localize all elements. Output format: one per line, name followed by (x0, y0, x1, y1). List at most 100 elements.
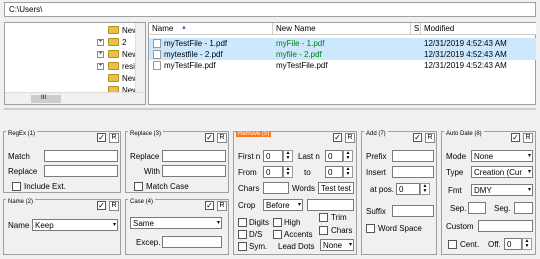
case-enable-checkbox[interactable]: ✓ (205, 201, 214, 210)
regex-reset-button[interactable]: R (109, 133, 119, 143)
chars-input[interactable] (263, 182, 289, 194)
to-input[interactable]: 0 (325, 166, 343, 178)
chevron-down-icon: ▾ (297, 202, 301, 208)
digits-checkbox[interactable] (238, 218, 247, 227)
replace-enable-checkbox[interactable]: ✓ (205, 133, 214, 142)
ds-checkbox[interactable] (238, 230, 247, 239)
expand-icon[interactable]: + (97, 63, 104, 70)
scroll-thumb[interactable]: III (31, 95, 61, 103)
add-enable-checkbox[interactable]: ✓ (413, 133, 422, 142)
pdf-file-icon (153, 61, 161, 70)
auto-date-panel: Auto Date (8) ✓ R Mode None ▾ Type Creati… (441, 131, 536, 255)
name-reset-button[interactable]: R (109, 201, 119, 211)
tree-item[interactable]: +2 (5, 37, 135, 49)
expand-icon[interactable]: + (97, 51, 104, 58)
first-n-spinner[interactable]: ▲ ▼ (283, 150, 293, 162)
folder-icon (108, 38, 119, 46)
pdf-file-icon (153, 50, 161, 59)
date-seg-input[interactable] (514, 202, 533, 214)
word-space-checkbox[interactable] (366, 224, 375, 233)
column-header-modified[interactable]: Modified (421, 23, 536, 35)
accents-checkbox[interactable] (273, 230, 282, 239)
prefix-input[interactable] (392, 150, 434, 162)
date-custom-input[interactable] (478, 220, 533, 232)
file-row[interactable]: myTestFile - 1.pdf myFile - 1.pdf 12/31/20… (149, 38, 536, 49)
name-enable-checkbox[interactable]: ✓ (97, 201, 106, 210)
tree-item[interactable]: New fol (5, 73, 145, 85)
path-input[interactable]: C:\Users\ (4, 2, 536, 17)
column-header-new-name[interactable]: New Name (273, 23, 411, 35)
sort-ascending-icon: ▲ (181, 25, 187, 31)
case-mode-dropdown[interactable]: Same ▾ (130, 217, 222, 229)
date-offset-input[interactable]: 0 (504, 238, 522, 250)
folder-icon (108, 50, 119, 58)
expand-icon[interactable]: + (97, 39, 104, 46)
replace-with-input[interactable] (162, 165, 226, 177)
date-format-dropdown[interactable]: DMY ▾ (471, 184, 533, 196)
remove-panel: Remove (5) ✓ R First n 0 ▲ ▼ Last n 0 ▲ ▼ … (233, 131, 357, 255)
century-checkbox[interactable] (448, 240, 457, 249)
trim-checkbox[interactable] (319, 213, 328, 222)
from-input[interactable]: 0 (263, 166, 283, 178)
regex-enable-checkbox[interactable]: ✓ (97, 133, 106, 142)
column-header-name[interactable]: Name ▲ (149, 23, 273, 35)
case-except-input[interactable] (162, 236, 222, 248)
tree-horizontal-scrollbar[interactable]: III (5, 92, 145, 104)
regex-panel-title: RegEx (1) (6, 131, 38, 137)
name-panel: Name (2) ✓ R Name Keep ▾ (3, 199, 121, 255)
date-offset-spinner[interactable]: ▲ ▼ (522, 238, 532, 250)
words-input[interactable]: Test test (318, 182, 354, 194)
lead-dots-dropdown[interactable]: None ▾ (320, 239, 354, 251)
at-pos-input[interactable]: 0 (396, 183, 420, 195)
folder-icon (108, 62, 119, 70)
remove-panel-title: Remove (5) (236, 131, 272, 137)
remove-reset-button[interactable]: R (345, 133, 355, 143)
auto-date-reset-button[interactable]: R (523, 133, 533, 143)
case-reset-button[interactable]: R (217, 201, 227, 211)
replace-text-input[interactable] (162, 150, 226, 162)
regex-replace-input[interactable] (44, 165, 118, 177)
remove-enable-checkbox[interactable]: ✓ (333, 133, 342, 142)
chars-checkbox[interactable] (319, 226, 328, 235)
chevron-down-icon: ▾ (527, 169, 531, 175)
tree-vertical-scrollbar[interactable] (135, 23, 145, 94)
first-n-input[interactable]: 0 (263, 150, 283, 162)
to-spinner[interactable]: ▲ ▼ (343, 166, 353, 178)
suffix-input[interactable] (392, 205, 434, 217)
at-pos-spinner[interactable]: ▲ ▼ (420, 183, 430, 195)
regex-panel: RegEx (1) ✓ R Match Replace Include Ext. (3, 131, 121, 193)
insert-input[interactable] (392, 166, 434, 178)
high-checkbox[interactable] (273, 218, 282, 227)
file-row[interactable]: myTestFile.pdf myTestFile.pdf 12/31/2019 4… (149, 60, 536, 71)
crop-text-input[interactable] (307, 199, 354, 211)
last-n-spinner[interactable]: ▲ ▼ (343, 150, 353, 162)
add-panel: Add (7) ✓ R Prefix Insert at pos. 0 ▲ ▼ S… (361, 131, 437, 255)
from-spinner[interactable]: ▲ ▼ (283, 166, 293, 178)
replace-panel: Replace (3) ✓ R Replace With Match Case (125, 131, 229, 193)
tree-item[interactable]: + resi (5, 61, 135, 73)
sym-checkbox[interactable] (238, 242, 247, 251)
file-row[interactable]: mytestfile - 2.pdf myfile - 2.pdf 12/31/20… (149, 49, 536, 60)
match-case-checkbox[interactable] (134, 182, 143, 191)
chevron-down-icon: ▾ (527, 153, 531, 159)
date-sep-input[interactable] (468, 202, 486, 214)
add-reset-button[interactable]: R (425, 133, 435, 143)
crop-dropdown[interactable]: Before ▾ (263, 199, 303, 211)
chevron-down-icon: ▾ (527, 187, 531, 193)
date-mode-dropdown[interactable]: None ▾ (471, 150, 533, 162)
splitter[interactable] (4, 108, 536, 110)
last-n-input[interactable]: 0 (325, 150, 343, 162)
folder-tree[interactable]: New fol +2 +New +resi New fol New fol II… (4, 22, 146, 105)
date-type-dropdown[interactable]: Creation (Cur ▾ (471, 166, 533, 178)
name-mode-dropdown[interactable]: Keep ▾ (32, 219, 118, 231)
chevron-down-icon: ▾ (112, 222, 116, 228)
replace-reset-button[interactable]: R (217, 133, 227, 143)
include-ext-checkbox[interactable] (12, 182, 21, 191)
file-list[interactable]: Name ▲ New Name S Modified myTestFile - … (148, 22, 536, 105)
pdf-file-icon (153, 39, 161, 48)
tree-item[interactable]: + New (5, 49, 138, 61)
column-header-s[interactable]: S (411, 23, 421, 35)
tree-item[interactable]: New fol (5, 25, 145, 37)
regex-match-input[interactable] (44, 150, 118, 162)
auto-date-enable-checkbox[interactable]: ✓ (511, 133, 520, 142)
